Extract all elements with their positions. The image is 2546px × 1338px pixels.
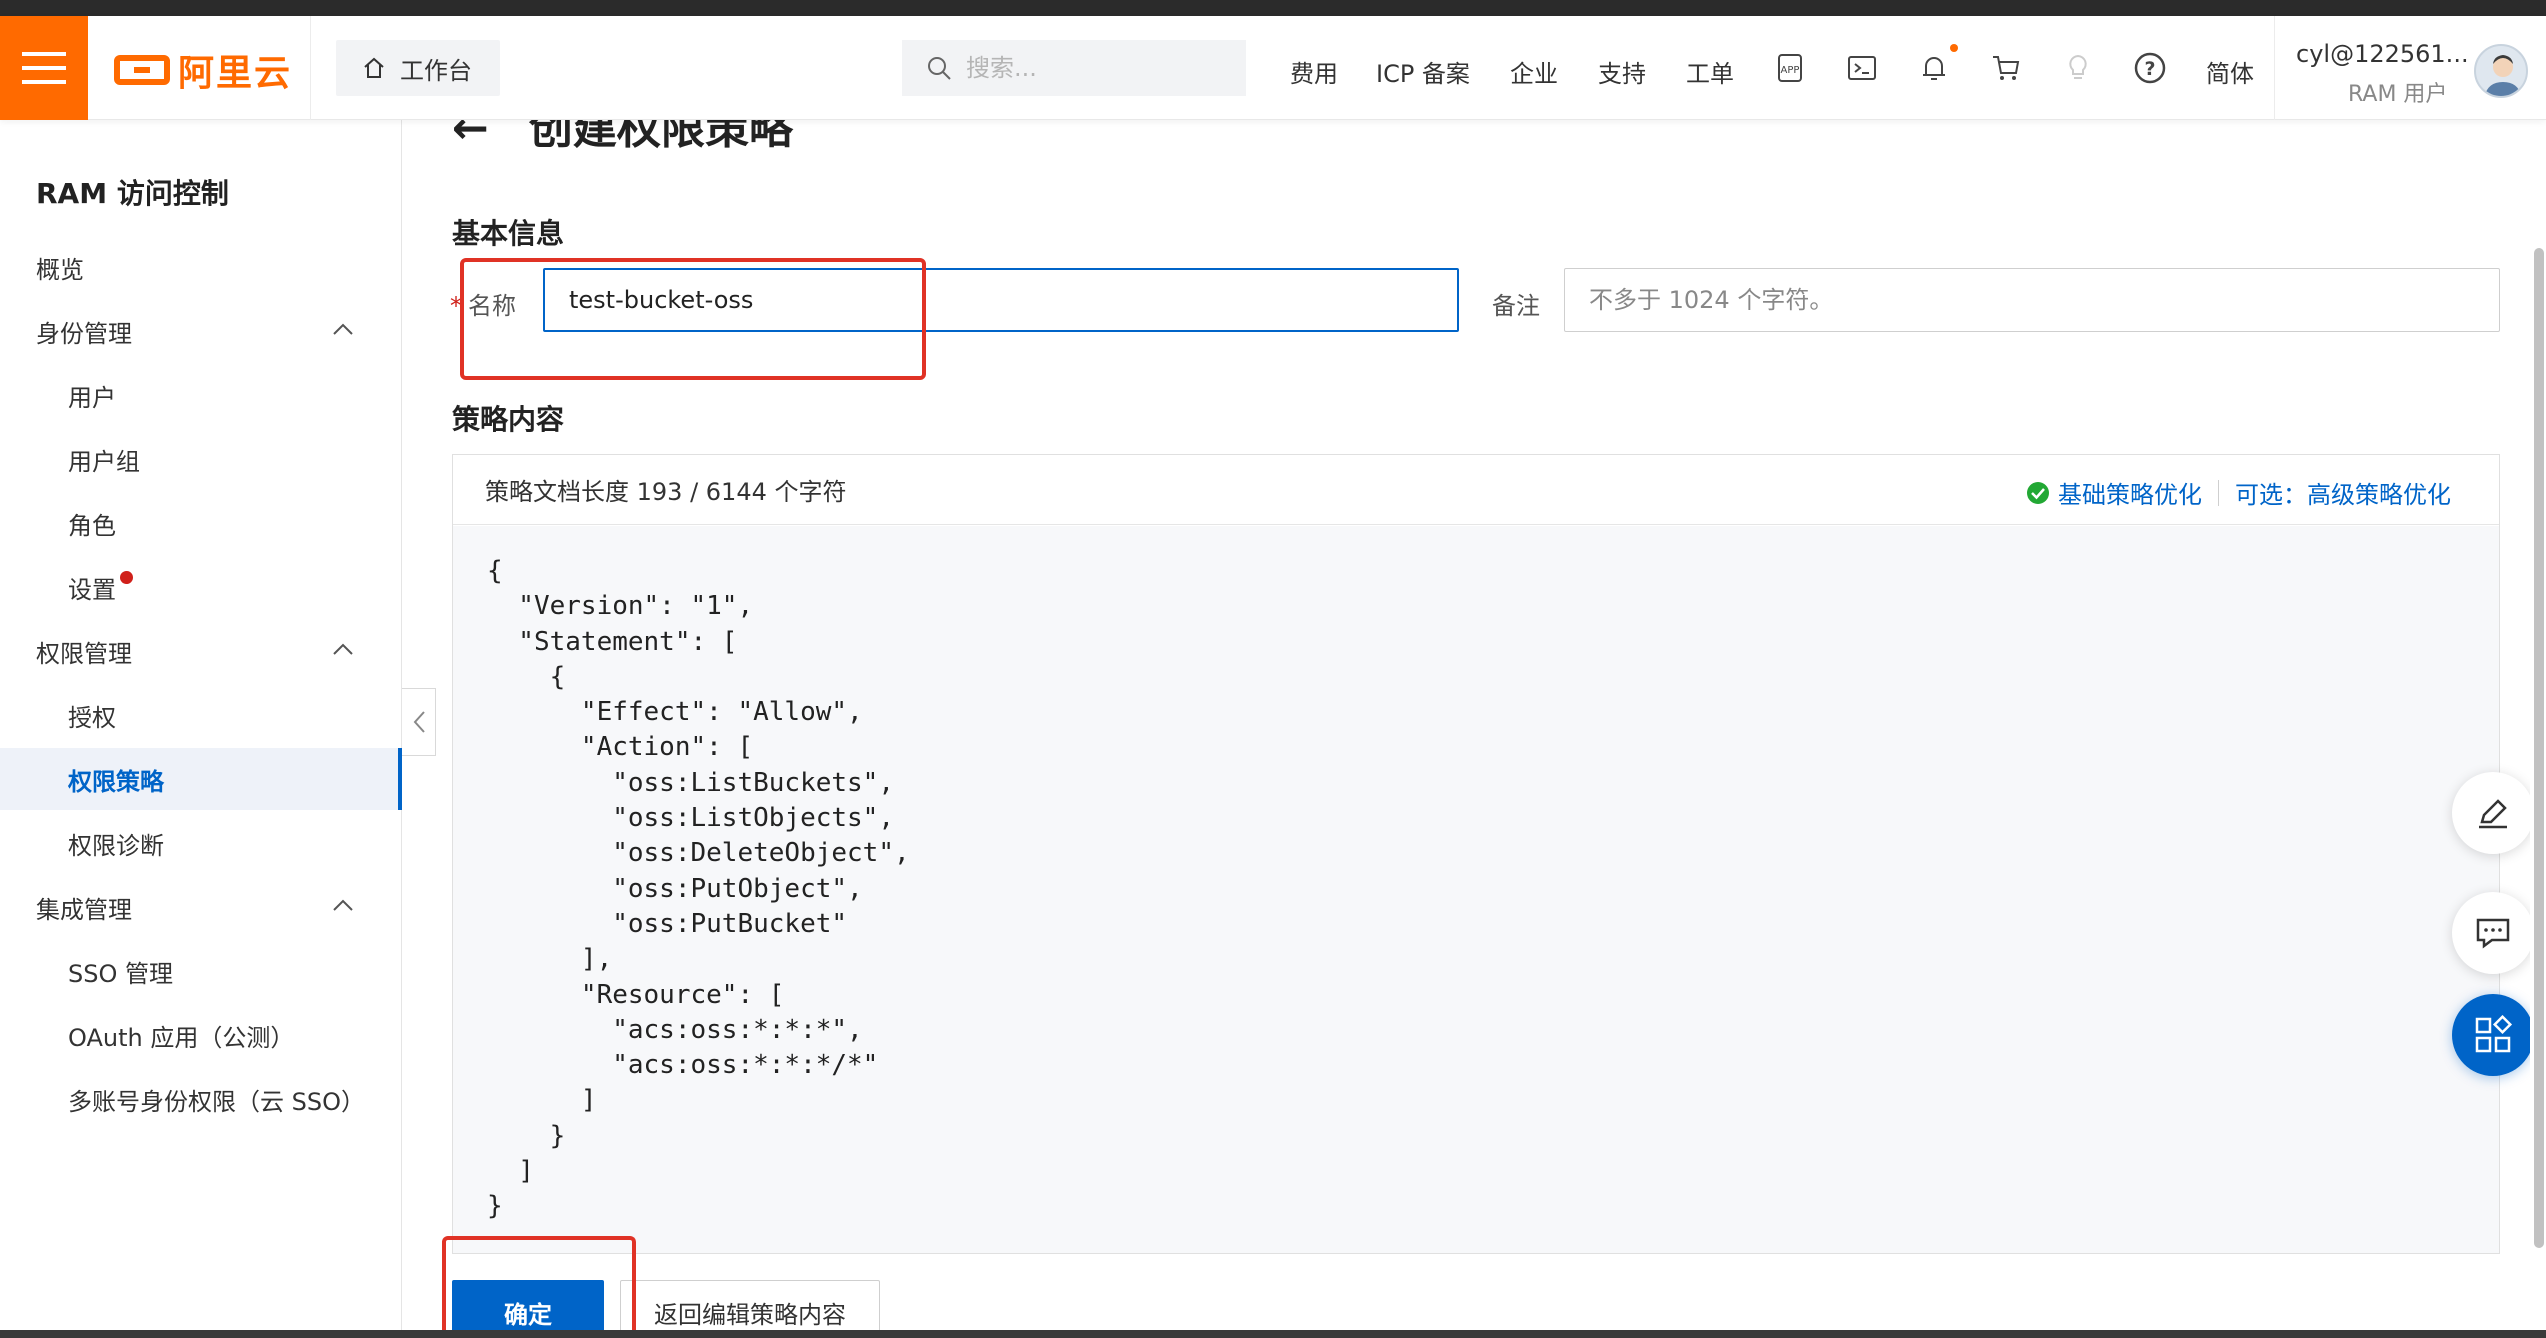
chat-button[interactable]	[2452, 892, 2534, 974]
sidebar-item-label: 权限诊断	[68, 831, 164, 860]
chevron-up-icon	[333, 323, 353, 335]
sidebar-item-policies[interactable]: 权限策略	[0, 748, 402, 810]
page-title-text: 创建权限策略	[528, 120, 793, 150]
sidebar-title: RAM 访问控制	[36, 177, 229, 210]
app-icon[interactable]: APP	[1772, 50, 1808, 86]
sidebar-item-label: 角色	[68, 511, 116, 540]
nav-support[interactable]: 支持	[1598, 54, 1646, 89]
basic-optimize-link[interactable]: 基础策略优化	[2058, 475, 2202, 510]
optimize-links: 基础策略优化 可选：高级策略优化	[2026, 475, 2451, 510]
apps-button[interactable]	[2452, 994, 2534, 1076]
sidebar-item-label: 权限管理	[36, 639, 132, 668]
sidebar-item-label: 用户组	[68, 447, 140, 476]
sidebar-item-sso[interactable]: SSO 管理	[0, 940, 402, 1002]
policy-code[interactable]: { "Version": "1", "Statement": [ { "Effe…	[487, 554, 910, 1225]
annotation-box-name	[460, 258, 926, 380]
doc-length-text: 策略文档长度 193 / 6144 个字符	[485, 478, 847, 506]
avatar[interactable]	[2474, 44, 2528, 98]
nav-enterprise[interactable]: 企业	[1510, 54, 1558, 89]
sidebar-item-label: 用户	[68, 383, 116, 412]
sidebar-item-label: SSO 管理	[68, 959, 173, 988]
language-switch[interactable]: 简体	[2206, 54, 2254, 89]
feedback-edit-button[interactable]	[2452, 772, 2534, 854]
logo-text: 阿里云	[178, 53, 293, 94]
help-icon[interactable]: ?	[2132, 50, 2168, 86]
sidebar-item-diagnosis[interactable]: 权限诊断	[0, 812, 402, 874]
annotation-box-confirm	[442, 1236, 636, 1338]
sidebar-item-label: 多账号身份权限（云 SSO）	[68, 1087, 365, 1116]
policy-content-title: 策略内容	[452, 403, 565, 436]
sidebar-item-label: 设置	[68, 575, 116, 604]
check-circle-icon	[2027, 481, 2049, 504]
aliyun-logo[interactable]: 阿里云	[114, 50, 292, 94]
sidebar-item-users[interactable]: 用户	[0, 364, 402, 426]
sidebar-item-label: 授权	[68, 703, 116, 732]
sidebar-item-label: 集成管理	[36, 895, 132, 924]
svg-text:APP: APP	[1781, 65, 1800, 76]
nav-icp[interactable]: ICP 备案	[1376, 54, 1470, 89]
policy-editor: 策略文档长度 193 / 6144 个字符 基础策略优化 可选：高级策略优化 {…	[452, 454, 2500, 1254]
browser-chrome-strip	[0, 0, 2546, 16]
back-arrow-icon[interactable]: ←	[452, 120, 489, 150]
sidebar-item-label: 身份管理	[36, 319, 132, 348]
logo-mark	[114, 55, 170, 85]
sidebar: RAM 访问控制 概览 身份管理 用户 用户组 角色 设置 权限管理 授权 权限…	[0, 120, 402, 1338]
sidebar-item-overview[interactable]: 概览	[0, 236, 402, 298]
header-divider	[310, 16, 311, 120]
search-input[interactable]	[966, 54, 1226, 82]
chevron-up-icon	[333, 899, 353, 911]
user-role: RAM 用户	[2348, 82, 2448, 107]
search-icon	[928, 57, 951, 80]
user-name[interactable]: cyl@122561...	[2296, 40, 2469, 68]
chevron-left-icon	[413, 711, 425, 733]
page-title-area: ← 创建权限策略	[402, 120, 2532, 150]
header-divider	[2274, 16, 2275, 120]
sidebar-item-oauth[interactable]: OAuth 应用（公测）	[0, 1004, 402, 1066]
sidebar-group-identity[interactable]: 身份管理	[0, 300, 402, 362]
lightbulb-icon[interactable]	[2060, 50, 2096, 86]
svg-text:?: ?	[2144, 58, 2155, 80]
sidebar-item-grants[interactable]: 授权	[0, 684, 402, 746]
bottom-strip	[0, 1330, 2546, 1338]
settings-badge-dot	[120, 570, 133, 584]
workbench-button[interactable]: 工作台	[336, 40, 500, 96]
sidebar-item-label: 概览	[36, 255, 84, 284]
policy-editor-header: 策略文档长度 193 / 6144 个字符 基础策略优化 可选：高级策略优化	[453, 455, 2499, 525]
notification-dot	[1950, 44, 1958, 52]
cart-icon[interactable]	[1988, 50, 2024, 86]
link-separator	[2218, 479, 2219, 506]
basic-info-title: 基本信息	[452, 217, 565, 250]
advanced-optimize-link[interactable]: 可选：高级策略优化	[2235, 475, 2451, 510]
remark-label: 备注	[1492, 292, 1540, 320]
search-box[interactable]	[902, 40, 1246, 96]
terminal-icon[interactable]	[1844, 50, 1880, 86]
workbench-label: 工作台	[400, 56, 472, 85]
policy-code-area[interactable]: { "Version": "1", "Statement": [ { "Effe…	[453, 526, 2499, 1253]
chat-icon	[2476, 918, 2510, 949]
sidebar-item-cloud-sso[interactable]: 多账号身份权限（云 SSO）	[0, 1068, 402, 1130]
scrollbar-thumb[interactable]	[2534, 248, 2544, 1248]
page-title: ← 创建权限策略	[452, 120, 793, 150]
home-icon	[364, 57, 384, 78]
remark-input[interactable]	[1564, 268, 2500, 332]
sidebar-item-label: OAuth 应用（公测）	[68, 1023, 295, 1052]
sidebar-item-roles[interactable]: 角色	[0, 492, 402, 554]
chevron-up-icon	[333, 643, 353, 655]
edit-icon	[2479, 799, 2507, 829]
sidebar-item-settings[interactable]: 设置	[0, 556, 402, 618]
sidebar-group-integration[interactable]: 集成管理	[0, 876, 402, 938]
sidebar-group-permissions[interactable]: 权限管理	[0, 620, 402, 682]
hamburger-icon	[22, 52, 66, 84]
nav-billing[interactable]: 费用	[1290, 54, 1338, 89]
nav-ticket[interactable]: 工单	[1686, 54, 1734, 89]
sidebar-collapse-button[interactable]	[402, 688, 436, 756]
sidebar-item-label: 权限策略	[68, 767, 164, 796]
bell-icon[interactable]	[1916, 50, 1952, 86]
sidebar-item-user-groups[interactable]: 用户组	[0, 428, 402, 490]
top-header: 阿里云 工作台 费用 ICP 备案 企业 支持 工单 APP ? 简体 cyl@…	[0, 16, 2546, 120]
apps-grid-icon	[2475, 1015, 2513, 1053]
menu-button[interactable]	[0, 16, 88, 120]
